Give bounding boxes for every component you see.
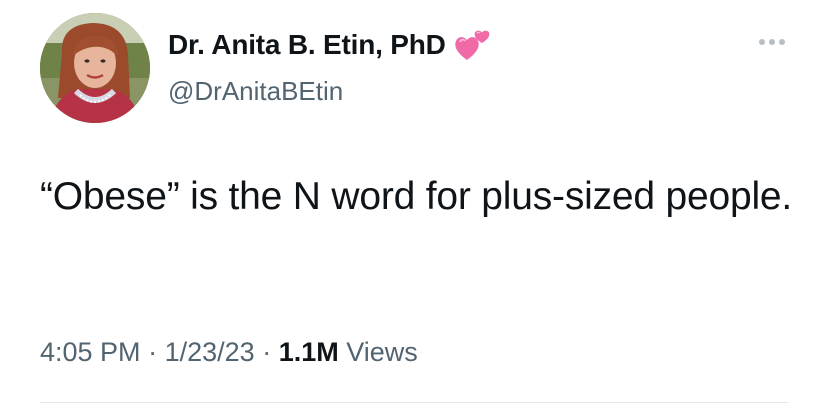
meta-separator: · bbox=[148, 337, 158, 367]
two-hearts-emoji-icon bbox=[452, 27, 492, 63]
tweet-text: “Obese” is the N word for plus-sized peo… bbox=[40, 175, 793, 218]
tweet-date[interactable]: 1/23/23 bbox=[165, 337, 255, 367]
views-count[interactable]: 1.1M bbox=[279, 337, 339, 367]
tweet-meta: 4:05 PM · 1/23/23 · 1.1M Views bbox=[40, 337, 418, 368]
views-label[interactable]: Views bbox=[346, 337, 418, 367]
tweet-card: Dr. Anita B. Etin, PhD @DrAnitaBEtin “Ob… bbox=[0, 0, 828, 409]
more-horizontal-icon bbox=[759, 39, 785, 45]
avatar[interactable] bbox=[40, 13, 150, 123]
meta-separator: · bbox=[262, 337, 272, 367]
tweet-time[interactable]: 4:05 PM bbox=[40, 337, 141, 367]
author-name[interactable]: Dr. Anita B. Etin, PhD bbox=[168, 29, 446, 61]
divider bbox=[40, 402, 788, 403]
author-name-row: Dr. Anita B. Etin, PhD bbox=[168, 27, 492, 63]
author-handle[interactable]: @DrAnitaBEtin bbox=[168, 76, 343, 107]
more-options-button[interactable] bbox=[752, 30, 792, 54]
